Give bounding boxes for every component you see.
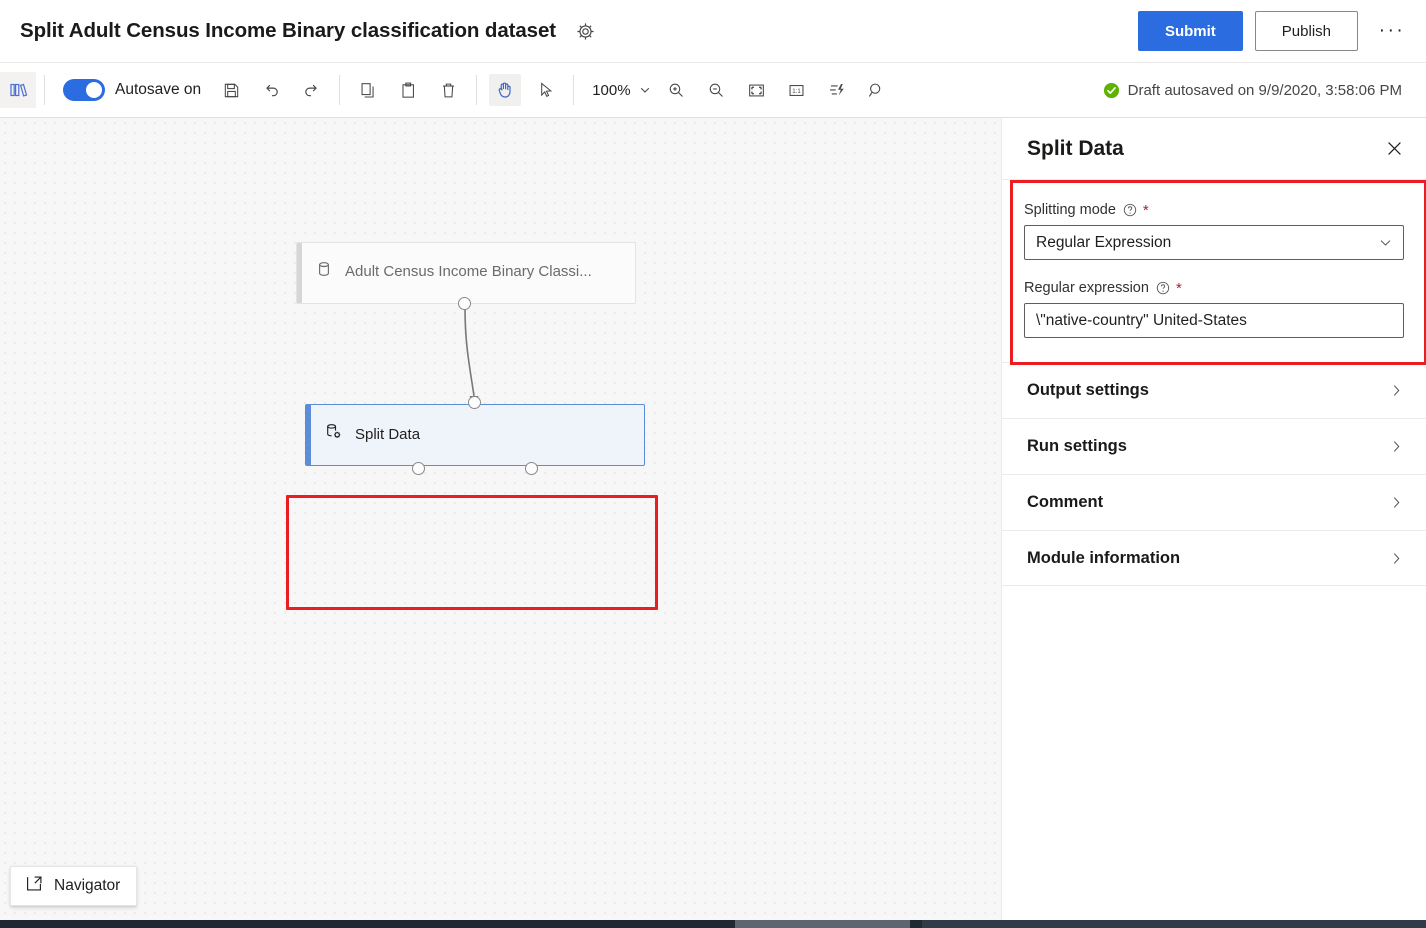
chevron-right-icon bbox=[1389, 551, 1404, 566]
database-gear-icon bbox=[324, 422, 343, 446]
section-label: Module information bbox=[1027, 549, 1180, 568]
copy-button[interactable] bbox=[352, 74, 384, 106]
toolbar: Autosave on bbox=[0, 63, 1426, 118]
page-title: Split Adult Census Income Binary classif… bbox=[20, 19, 556, 43]
toolbar-zoom-group: 1:1 bbox=[657, 74, 897, 106]
panel-header: Split Data bbox=[1002, 118, 1426, 180]
field-splitting-mode: Splitting mode * Regular Expression bbox=[1024, 202, 1404, 260]
toolbar-divider bbox=[573, 75, 574, 105]
splitting-mode-select[interactable]: Regular Expression bbox=[1024, 225, 1404, 260]
database-icon bbox=[315, 260, 333, 283]
search-button[interactable] bbox=[861, 74, 893, 106]
zoom-in-button[interactable] bbox=[661, 74, 693, 106]
more-options-button[interactable]: ··· bbox=[1372, 11, 1412, 51]
question-circle-icon[interactable] bbox=[1123, 203, 1137, 217]
required-marker: * bbox=[1143, 203, 1149, 218]
toolbar-divider bbox=[476, 75, 477, 105]
publish-button[interactable]: Publish bbox=[1255, 11, 1358, 51]
toolbar-tools-group bbox=[485, 74, 565, 106]
autosave-status-text: Draft autosaved on 9/9/2020, 3:58:06 PM bbox=[1128, 82, 1402, 99]
section-label: Output settings bbox=[1027, 381, 1149, 400]
chevron-right-icon bbox=[1389, 439, 1404, 454]
question-circle-icon[interactable] bbox=[1156, 281, 1170, 295]
zoom-level-dropdown[interactable]: 100% bbox=[592, 82, 650, 99]
module-library-icon[interactable] bbox=[0, 72, 36, 108]
pipeline-canvas[interactable]: Adult Census Income Binary Classi... Spl… bbox=[0, 118, 1001, 924]
module-properties-panel: Split Data Splitting mode bbox=[1001, 118, 1426, 924]
regular-expression-input-wrapper[interactable] bbox=[1024, 303, 1404, 338]
node-input-port[interactable] bbox=[468, 396, 481, 409]
toolbar-edit-group bbox=[348, 74, 468, 106]
gear-icon[interactable] bbox=[573, 19, 597, 43]
node-label: Split Data bbox=[355, 426, 420, 443]
navigator-button[interactable]: Navigator bbox=[10, 866, 137, 906]
field-regular-expression: Regular expression * bbox=[1024, 280, 1404, 338]
undo-button[interactable] bbox=[255, 74, 287, 106]
header-actions: Submit Publish ··· bbox=[1138, 11, 1412, 51]
app-root: Split Adult Census Income Binary classif… bbox=[0, 0, 1426, 928]
canvas-highlight-box bbox=[286, 495, 658, 610]
section-output-settings[interactable]: Output settings bbox=[1002, 362, 1426, 418]
panel-body: Splitting mode * Regular Expression bbox=[1002, 180, 1426, 586]
strip-segment bbox=[735, 920, 910, 928]
redo-button[interactable] bbox=[295, 74, 327, 106]
section-run-settings[interactable]: Run settings bbox=[1002, 418, 1426, 474]
panel-title: Split Data bbox=[1027, 137, 1124, 161]
node-output-port[interactable] bbox=[458, 297, 471, 310]
edge-layer bbox=[0, 118, 1001, 924]
svg-text:1:1: 1:1 bbox=[792, 88, 801, 95]
regular-expression-label: Regular expression bbox=[1024, 280, 1149, 296]
node-accent-bar bbox=[306, 405, 311, 465]
bottom-window-strip bbox=[0, 920, 1426, 928]
splitting-mode-value: Regular Expression bbox=[1036, 234, 1171, 252]
autosave-toggle-switch[interactable] bbox=[63, 79, 105, 101]
required-marker: * bbox=[1176, 281, 1182, 296]
autosave-status: Draft autosaved on 9/9/2020, 3:58:06 PM bbox=[1103, 82, 1402, 99]
autosave-toggle[interactable]: Autosave on bbox=[63, 79, 201, 101]
chevron-down-icon bbox=[1378, 235, 1393, 250]
node-output-port-right[interactable] bbox=[525, 462, 538, 475]
close-icon[interactable] bbox=[1378, 133, 1410, 165]
node-content: Adult Census Income Binary Classi... bbox=[315, 260, 592, 283]
node-content: Split Data bbox=[324, 422, 420, 446]
chevron-right-icon bbox=[1389, 495, 1404, 510]
paste-button[interactable] bbox=[392, 74, 424, 106]
section-module-information[interactable]: Module information bbox=[1002, 530, 1426, 586]
strip-segment bbox=[910, 920, 922, 928]
chevron-right-icon bbox=[1389, 383, 1404, 398]
auto-layout-button[interactable] bbox=[821, 74, 853, 106]
fit-to-screen-button[interactable] bbox=[741, 74, 773, 106]
node-adult-census-dataset[interactable]: Adult Census Income Binary Classi... bbox=[296, 242, 636, 304]
pan-tool-button[interactable] bbox=[489, 74, 521, 106]
select-tool-button[interactable] bbox=[529, 74, 561, 106]
regular-expression-input[interactable] bbox=[1036, 312, 1393, 330]
zoom-out-button[interactable] bbox=[701, 74, 733, 106]
node-label: Adult Census Income Binary Classi... bbox=[345, 263, 592, 280]
toolbar-divider bbox=[339, 75, 340, 105]
section-label: Run settings bbox=[1027, 437, 1127, 456]
splitting-mode-label: Splitting mode bbox=[1024, 202, 1116, 218]
node-output-port-left[interactable] bbox=[412, 462, 425, 475]
node-accent-bar bbox=[297, 243, 302, 303]
section-comment[interactable]: Comment bbox=[1002, 474, 1426, 530]
submit-button[interactable]: Submit bbox=[1138, 11, 1243, 51]
delete-button[interactable] bbox=[432, 74, 464, 106]
actual-size-button[interactable]: 1:1 bbox=[781, 74, 813, 106]
autosave-label: Autosave on bbox=[115, 81, 201, 99]
zoom-level-value: 100% bbox=[592, 82, 630, 99]
section-label: Comment bbox=[1027, 493, 1103, 512]
module-parameters-form: Splitting mode * Regular Expression bbox=[1002, 180, 1426, 362]
save-button[interactable] bbox=[215, 74, 247, 106]
field-label-row: Regular expression * bbox=[1024, 280, 1404, 296]
navigator-label: Navigator bbox=[54, 877, 120, 895]
green-check-circle-icon bbox=[1103, 82, 1120, 99]
field-label-row: Splitting mode * bbox=[1024, 202, 1404, 218]
app-header: Split Adult Census Income Binary classif… bbox=[0, 0, 1426, 63]
chevron-down-icon bbox=[639, 84, 651, 96]
strip-segment bbox=[922, 920, 1426, 928]
node-split-data[interactable]: Split Data bbox=[305, 404, 645, 466]
navigator-minimap-icon bbox=[25, 874, 44, 898]
toolbar-file-group bbox=[211, 74, 331, 106]
toolbar-divider bbox=[44, 75, 45, 105]
